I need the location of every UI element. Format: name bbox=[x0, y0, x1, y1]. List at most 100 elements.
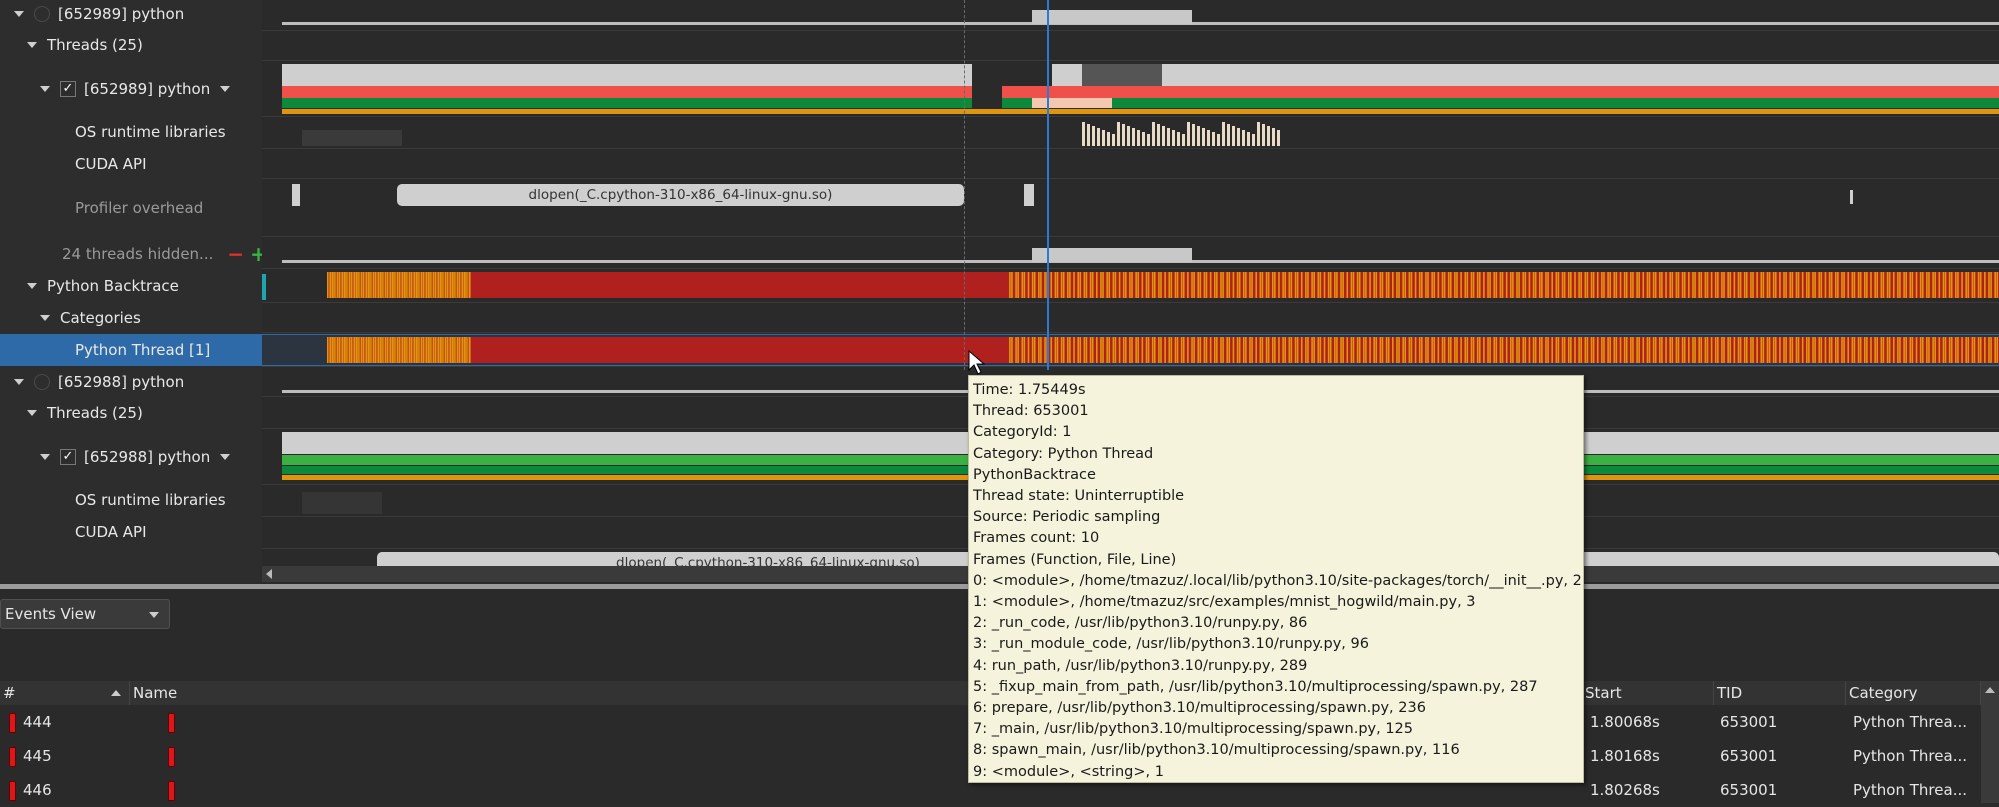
tree-categories[interactable]: Categories bbox=[0, 304, 302, 332]
thread-menu-dropdown-icon[interactable] bbox=[220, 454, 231, 460]
column-header-start[interactable]: Start bbox=[1582, 681, 1714, 705]
backtrace-sample bbox=[1160, 337, 1162, 363]
expand-chevron-icon[interactable] bbox=[40, 454, 50, 460]
backtrace-sample bbox=[1305, 337, 1307, 363]
backtrace-sample bbox=[1541, 337, 1543, 363]
tooltip-line: 4: run_path, /usr/lib/python3.10/runpy.p… bbox=[973, 657, 1308, 674]
event-color-marker bbox=[9, 712, 16, 733]
backtrace-sample bbox=[1979, 272, 1982, 298]
expand-chevron-icon[interactable] bbox=[27, 283, 37, 289]
backtrace-sample bbox=[1801, 272, 1804, 298]
tree-process-652989[interactable]: [652989] python bbox=[0, 0, 276, 28]
expand-chevron-icon[interactable] bbox=[14, 11, 24, 17]
events-table-vertical-scrollbar[interactable] bbox=[1981, 681, 1999, 803]
tree-threads-group[interactable]: Threads (25) bbox=[0, 32, 289, 58]
collapse-threads-minus-icon[interactable]: − bbox=[227, 242, 244, 266]
cell-start: 1.80268s bbox=[1590, 781, 1660, 799]
backtrace-sample bbox=[1570, 272, 1572, 298]
backtrace-sample bbox=[1733, 272, 1736, 298]
backtrace-sample bbox=[1137, 337, 1140, 363]
tree-thread-652989[interactable]: ✓ [652989] python bbox=[0, 75, 302, 103]
backtrace-sample bbox=[1232, 272, 1235, 298]
column-header-tid[interactable]: TID bbox=[1714, 681, 1846, 705]
backtrace-sample bbox=[1294, 272, 1297, 298]
backtrace-sample bbox=[1928, 337, 1930, 363]
backtrace-sample bbox=[1967, 272, 1970, 298]
backtrace-sample bbox=[1350, 337, 1353, 363]
backtrace-sample bbox=[1077, 337, 1079, 363]
backtrace-sample bbox=[1062, 337, 1065, 363]
backtrace-sample bbox=[382, 337, 384, 363]
backtrace-sample bbox=[1369, 337, 1371, 363]
backtrace-sample bbox=[1723, 337, 1725, 363]
backtrace-sample bbox=[1499, 337, 1502, 363]
column-header-num[interactable]: # bbox=[0, 681, 130, 705]
backtrace-sample bbox=[468, 337, 471, 363]
backtrace-sample bbox=[1365, 337, 1367, 363]
cpu-usage-bump bbox=[1032, 248, 1192, 262]
backtrace-sample bbox=[1671, 272, 1674, 298]
expand-chevron-icon[interactable] bbox=[40, 86, 50, 92]
backtrace-sample bbox=[1934, 337, 1936, 363]
backtrace-sample bbox=[1284, 272, 1286, 298]
backtrace-sample bbox=[1238, 337, 1241, 363]
event-color-marker bbox=[168, 746, 175, 767]
backtrace-sample bbox=[1743, 337, 1746, 363]
backtrace-sample bbox=[1187, 337, 1189, 363]
backtrace-sample bbox=[346, 272, 348, 298]
backtrace-sample bbox=[1990, 337, 1992, 363]
os-runtime-bar bbox=[1212, 132, 1215, 146]
backtrace-sample bbox=[1191, 337, 1193, 363]
backtrace-sample bbox=[1379, 337, 1382, 363]
backtrace-sample bbox=[1044, 272, 1046, 298]
tree-thread-652988[interactable]: ✓ [652988] python bbox=[0, 443, 302, 471]
backtrace-sample bbox=[1783, 272, 1785, 298]
backtrace-sample bbox=[1305, 272, 1307, 298]
backtrace-sample bbox=[1524, 337, 1527, 363]
expand-chevron-icon[interactable] bbox=[27, 42, 37, 48]
backtrace-sample bbox=[327, 337, 329, 363]
backtrace-sample bbox=[1926, 337, 1928, 363]
backtrace-sample bbox=[1876, 337, 1878, 363]
backtrace-sample bbox=[1288, 272, 1291, 298]
backtrace-sample bbox=[1534, 337, 1537, 363]
backtrace-sample bbox=[1483, 337, 1485, 363]
backtrace-sample bbox=[444, 337, 447, 363]
os-runtime-bar bbox=[1187, 122, 1190, 146]
process-status-icon bbox=[34, 6, 50, 22]
backtrace-sample bbox=[1203, 337, 1206, 363]
tree-threads-group-2[interactable]: Threads (25) bbox=[0, 400, 289, 426]
backtrace-sample bbox=[1145, 272, 1148, 298]
backtrace-sample bbox=[1170, 337, 1173, 363]
backtrace-sample bbox=[1638, 337, 1640, 363]
backtrace-sample bbox=[387, 337, 389, 363]
backtrace-sample bbox=[1729, 337, 1732, 363]
backtrace-bar bbox=[327, 272, 1999, 298]
thread-checkbox[interactable]: ✓ bbox=[60, 449, 76, 465]
expand-chevron-icon[interactable] bbox=[40, 315, 50, 321]
thread-checkbox[interactable]: ✓ bbox=[60, 81, 76, 97]
expand-chevron-icon[interactable] bbox=[27, 410, 37, 416]
tree-row-label: OS runtime libraries bbox=[75, 123, 226, 141]
tree-python-backtrace[interactable]: Python Backtrace bbox=[0, 272, 289, 300]
column-header-category[interactable]: Category bbox=[1846, 681, 1981, 705]
timeline-cursor-line[interactable] bbox=[1047, 0, 1049, 370]
tree-process-652988[interactable]: [652988] python bbox=[0, 368, 276, 396]
events-view-selector[interactable]: Events View bbox=[0, 599, 170, 629]
thread-menu-dropdown-icon[interactable] bbox=[220, 86, 231, 92]
os-runtime-bar bbox=[1222, 122, 1225, 146]
backtrace-sample bbox=[367, 337, 370, 363]
backtrace-sample bbox=[1033, 272, 1036, 298]
expand-chevron-icon[interactable] bbox=[14, 379, 24, 385]
backtrace-sample bbox=[1267, 337, 1270, 363]
event-tooltip: Time: 1.75449s Thread: 653001 CategoryId: … bbox=[968, 375, 1584, 783]
scroll-left-arrow-icon[interactable] bbox=[266, 569, 272, 579]
backtrace-sample bbox=[1623, 272, 1626, 298]
os-runtime-bar bbox=[1252, 134, 1255, 146]
backtrace-sample bbox=[1373, 337, 1375, 363]
backtrace-sample bbox=[343, 337, 346, 363]
lane-separator bbox=[262, 178, 1999, 179]
scroll-up-arrow-icon[interactable] bbox=[1985, 687, 1995, 693]
backtrace-sample bbox=[1563, 337, 1566, 363]
backtrace-lane-indicator bbox=[262, 274, 266, 300]
